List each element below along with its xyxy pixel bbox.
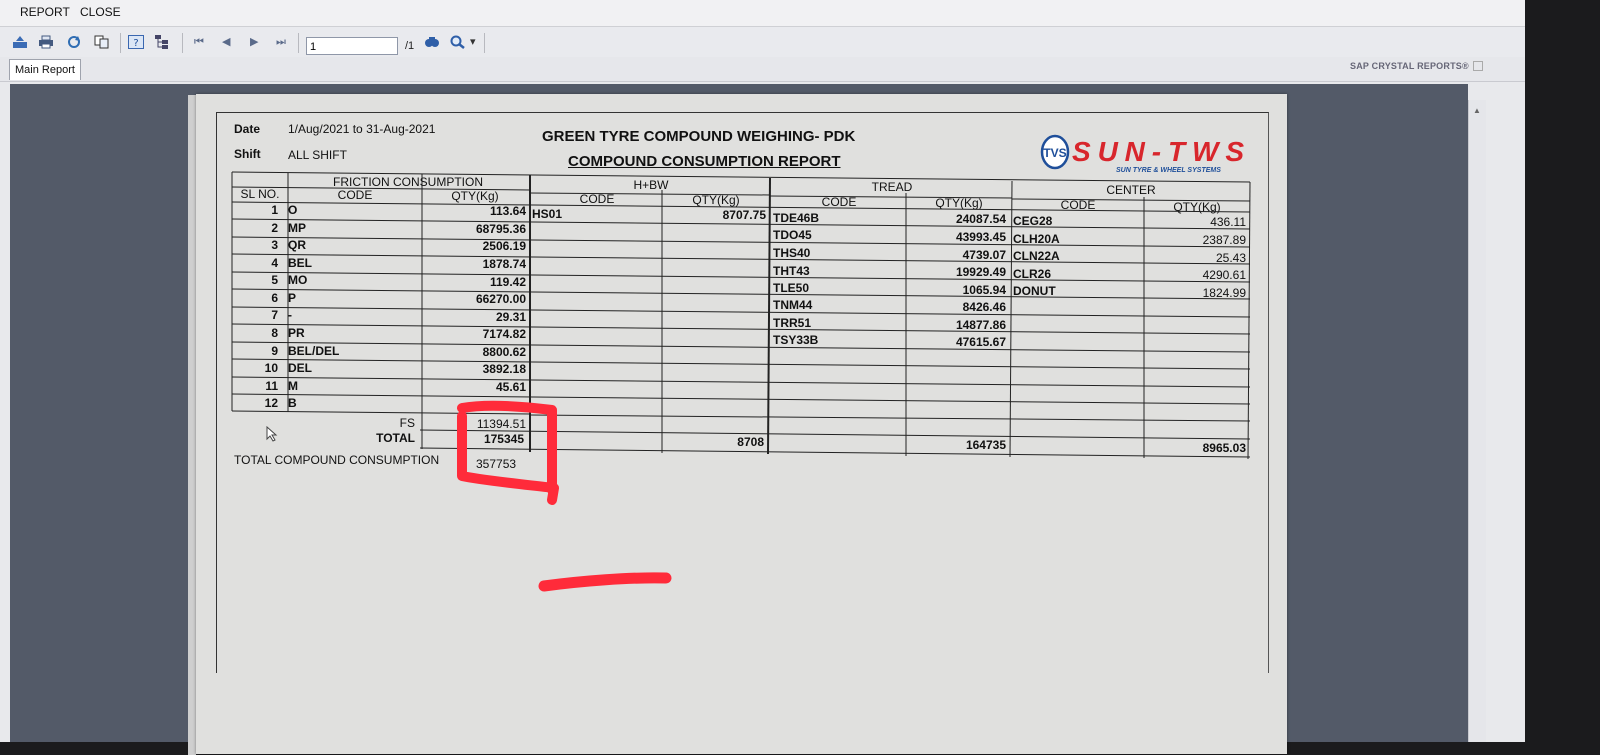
red-dash-annotation (538, 572, 672, 592)
mouse-cursor-icon (266, 426, 278, 442)
table-grid (231, 171, 1251, 460)
crystal-reports-viewer: REPORT CLOSE ? ⏮ ◀ ▶ ⏭ ▾ 1 /1 Main Repor… (0, 0, 1525, 755)
red-box-annotation (457, 400, 559, 505)
